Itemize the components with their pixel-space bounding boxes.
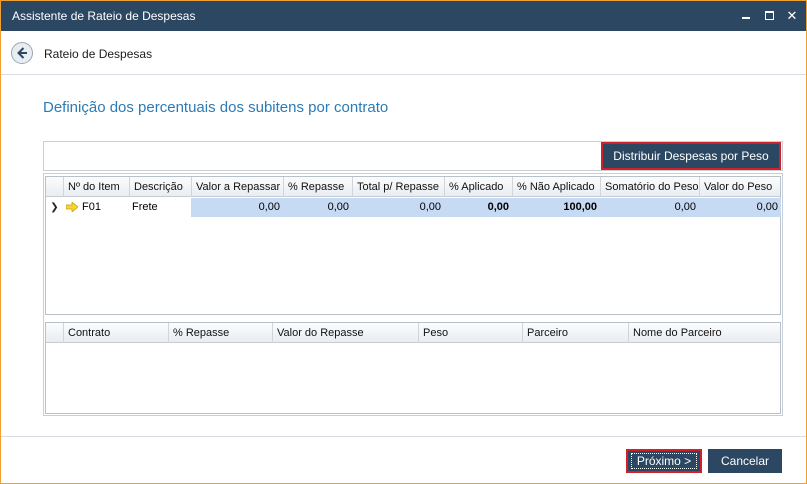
title-bar: Assistente de Rateio de Despesas ✕ — [1, 1, 806, 31]
contracts-grid[interactable]: Contrato % Repasse Valor do Repasse Peso… — [45, 322, 781, 414]
column-header-descricao[interactable]: Descrição — [129, 177, 191, 197]
cell-valor-peso[interactable]: 0,00 — [699, 198, 781, 217]
items-grid[interactable]: Nº do Item Descrição Valor a Repassar % … — [45, 176, 781, 315]
cell-total-repasse[interactable]: 0,00 — [352, 198, 444, 217]
column-header-valor-repasse[interactable]: Valor do Repasse — [272, 323, 418, 343]
cell-descricao[interactable]: Frete — [129, 198, 191, 217]
cancel-button[interactable]: Cancelar — [708, 449, 782, 473]
row-indicator-icon: ❯ — [50, 202, 59, 213]
maximize-icon — [765, 11, 774, 20]
close-button[interactable]: ✕ — [784, 8, 800, 24]
column-header-contrato[interactable]: Contrato — [63, 323, 168, 343]
next-button-label: Próximo > — [631, 453, 697, 469]
distribute-by-weight-button[interactable]: Distribuir Despesas por Peso — [601, 142, 781, 170]
cell-item[interactable]: F01 — [63, 198, 129, 217]
column-header-repasse[interactable]: % Repasse — [168, 323, 272, 343]
contracts-grid-header: Contrato % Repasse Valor do Repasse Peso… — [46, 323, 780, 343]
cell-repasse[interactable]: 0,00 — [283, 198, 352, 217]
column-header-nao-aplicado[interactable]: % Não Aplicado — [512, 177, 600, 197]
window-title: Assistente de Rateio de Despesas — [12, 9, 196, 23]
column-header-nome-parceiro[interactable]: Nome do Parceiro — [628, 323, 781, 343]
column-header-valor-peso[interactable]: Valor do Peso — [699, 177, 781, 197]
back-icon[interactable] — [11, 42, 33, 64]
column-header-total-repasse[interactable]: Total p/ Repasse — [352, 177, 444, 197]
nav-bar: Rateio de Despesas — [1, 31, 806, 75]
cell-valor-repassar[interactable]: 0,00 — [191, 198, 283, 217]
cell-nao-aplicado[interactable]: 100,00 — [512, 198, 600, 217]
items-grid-header: Nº do Item Descrição Valor a Repassar % … — [46, 177, 780, 197]
table-row[interactable]: ❯ F01 Frete 0,00 0,00 0,00 0,00 100,00 0… — [46, 198, 781, 217]
column-header-aplicado[interactable]: % Aplicado — [444, 177, 512, 197]
maximize-button[interactable] — [762, 8, 778, 24]
item-number: F01 — [82, 201, 101, 213]
cell-aplicado[interactable]: 0,00 — [444, 198, 512, 217]
column-header-somatorio-peso[interactable]: Somatório do Peso — [600, 177, 699, 197]
column-header-peso[interactable]: Peso — [418, 323, 522, 343]
close-icon: ✕ — [786, 8, 798, 23]
minimize-icon — [742, 17, 750, 19]
column-header-parceiro[interactable]: Parceiro — [522, 323, 628, 343]
cell-somatorio-peso[interactable]: 0,00 — [600, 198, 699, 217]
next-button[interactable]: Próximo > — [626, 449, 702, 473]
minimize-button[interactable] — [738, 8, 754, 24]
page-title: Definição dos percentuais dos subitens p… — [43, 99, 389, 116]
column-header-valor-repassar[interactable]: Valor a Repassar — [191, 177, 283, 197]
footer-divider — [1, 436, 806, 437]
wizard-window: Assistente de Rateio de Despesas ✕ Ratei… — [0, 0, 807, 484]
column-header-repasse[interactable]: % Repasse — [283, 177, 352, 197]
arrow-right-icon — [66, 202, 78, 213]
step-label: Rateio de Despesas — [44, 47, 153, 61]
column-header-item[interactable]: Nº do Item — [63, 177, 129, 197]
